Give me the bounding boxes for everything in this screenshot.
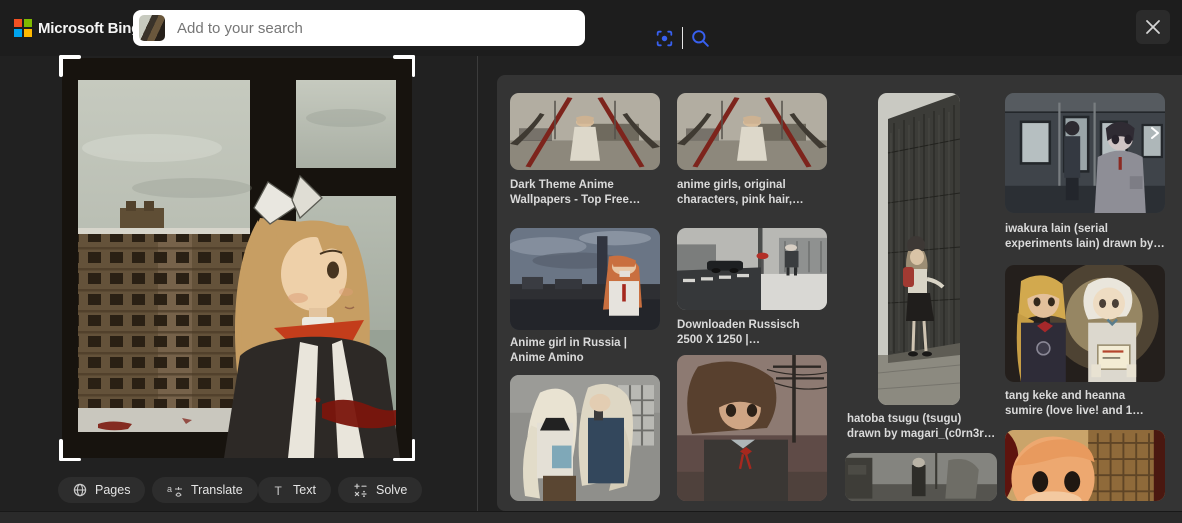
related-image-spotlight-duo[interactable]: [1005, 265, 1165, 382]
related-caption[interactable]: anime girls, original characters, pink h…: [677, 178, 827, 208]
related-caption[interactable]: iwakura lain (serial experiments lain) d…: [1005, 222, 1165, 252]
crop-handle-bottom-left[interactable]: [59, 439, 81, 461]
text-button[interactable]: T Text: [258, 477, 331, 503]
query-image-thumbnail[interactable]: [139, 15, 165, 41]
pages-label: Pages: [95, 483, 131, 497]
viewer-action-bar: Pages a Translate T Text Solve: [0, 477, 477, 503]
crop-handle-bottom-right[interactable]: [393, 439, 415, 461]
search-input[interactable]: [175, 12, 635, 44]
solve-button[interactable]: Solve: [338, 477, 423, 503]
query-image: [62, 58, 412, 458]
search-icon[interactable]: [690, 28, 711, 49]
pages-button[interactable]: Pages: [58, 477, 146, 503]
search-bar[interactable]: [133, 10, 709, 49]
visual-search-camera-icon[interactable]: [654, 28, 675, 49]
solve-icon: [354, 483, 367, 497]
related-image-two-girls-interior[interactable]: [510, 375, 660, 501]
related-caption[interactable]: Dark Theme Anime Wallpapers - Top Free D…: [510, 178, 658, 208]
svg-text:T: T: [275, 484, 283, 497]
solve-label: Solve: [376, 483, 408, 497]
translate-icon: a: [167, 484, 182, 497]
crop-handle-top-right[interactable]: [393, 55, 415, 77]
related-image-swing-scene-1[interactable]: [510, 93, 660, 170]
related-image-portrait-power-lines[interactable]: [677, 355, 827, 501]
expand-result-chevron-icon[interactable]: [1147, 125, 1163, 141]
related-image-city-girl[interactable]: [510, 228, 660, 330]
close-button[interactable]: [1136, 10, 1170, 44]
close-icon: [1146, 20, 1160, 34]
text-icon: T: [275, 484, 283, 497]
related-image-gray-street-scene[interactable]: [845, 453, 997, 501]
page-bottom-strip: [0, 511, 1182, 523]
crop-handle-top-left[interactable]: [59, 55, 81, 77]
related-image-fence-walk[interactable]: [878, 93, 960, 405]
search-icon-separator: [682, 27, 683, 49]
globe-icon: [73, 483, 87, 497]
query-image-artwork: [62, 58, 412, 458]
bing-visual-search-page: Microsoft Bing Add to your search Pages …: [0, 0, 1182, 523]
brand-title[interactable]: Microsoft Bing: [38, 0, 140, 56]
related-image-winter-street[interactable]: [677, 228, 827, 310]
translate-button[interactable]: a Translate: [152, 477, 258, 503]
translate-label: Translate: [191, 483, 243, 497]
text-label: Text: [293, 483, 316, 497]
panel-divider: [477, 56, 478, 511]
svg-text:a: a: [167, 484, 172, 494]
related-image-train-interior[interactable]: [1005, 93, 1165, 213]
related-caption[interactable]: hatoba tsugu (tsugu) drawn by magari_(c0…: [847, 412, 997, 442]
related-caption[interactable]: Downloaden Russisch 2500 X 1250 | Wallpa…: [677, 318, 827, 348]
microsoft-logo-icon[interactable]: [14, 19, 32, 37]
related-images-panel: Dark Theme Anime Wallpapers - Top Free D…: [497, 75, 1182, 511]
related-image-swing-scene-2[interactable]: [677, 93, 827, 170]
related-caption[interactable]: tang keke and heanna sumire (love live! …: [1005, 389, 1165, 419]
related-caption[interactable]: Anime girl in Russia | Anime Amino: [510, 336, 658, 366]
related-image-orange-city-girl[interactable]: [1005, 430, 1165, 501]
top-bar: Microsoft Bing: [0, 0, 1182, 56]
